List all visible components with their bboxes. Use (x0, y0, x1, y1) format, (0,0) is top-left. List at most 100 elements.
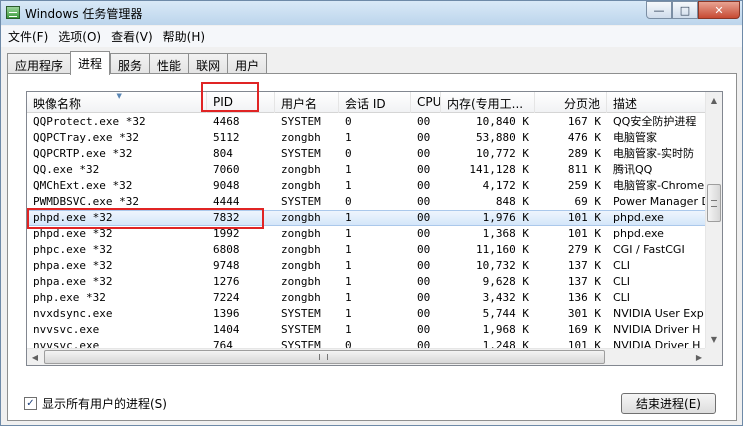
table-row[interactable]: QQ.exe *32 7060 zongbh 1 00 141,128 K 811 K 腾讯Q… (27, 162, 707, 178)
process-paged-pool: 811 K (567, 163, 601, 176)
process-user: zongbh (281, 163, 321, 176)
task-manager-window: Windows 任务管理器 — □ ✕ 文件(F) 选项(O) 查看(V) 帮助… (0, 0, 743, 426)
process-memory: 1,976 K (482, 211, 529, 224)
process-pid: 1992 (213, 227, 240, 240)
process-cpu: 00 (417, 163, 431, 176)
vertical-scroll-thumb[interactable] (707, 184, 721, 222)
process-description: 电脑管家 (613, 131, 657, 144)
column-user[interactable]: 用户名 (275, 92, 339, 113)
process-description: 电脑管家-Chrome (613, 179, 705, 192)
process-session: 1 (345, 275, 352, 288)
tab-users[interactable]: 用户 (227, 53, 268, 74)
process-session: 1 (345, 163, 352, 176)
process-description: NVIDIA User Exp (613, 307, 704, 320)
table-row[interactable]: nvvsvc.exe 1404 SYSTEM 1 00 1,968 K 169 K NVIDI… (27, 322, 707, 338)
maximize-button[interactable]: □ (672, 1, 698, 19)
process-name: nvxdsync.exe (33, 307, 113, 320)
table-row[interactable]: php.exe *32 7224 zongbh 1 00 3,432 K 136 K CLI (27, 290, 707, 306)
menu-file[interactable]: 文件(F) (5, 28, 53, 45)
menu-options[interactable]: 选项(O) (55, 28, 106, 45)
tab-applications[interactable]: 应用程序 (7, 53, 71, 74)
process-list[interactable]: 映像名称 ▼ PID 用户名 会话 ID CPU 内存(专用工... 分页池 描… (26, 91, 723, 366)
show-all-users-label: 显示所有用户的进程(S) (42, 397, 167, 411)
tab-processes[interactable]: 进程 (70, 51, 111, 75)
horizontal-scroll-thumb[interactable] (44, 350, 605, 364)
column-pid[interactable]: PID (207, 92, 275, 113)
process-pid: 1276 (213, 275, 240, 288)
column-image-name-label: 映像名称 (33, 97, 82, 111)
process-pid: 804 (213, 147, 233, 160)
horizontal-scrollbar[interactable]: ◀ ▶ (27, 348, 707, 365)
process-description: QQ安全防护进程 (613, 115, 697, 128)
table-row[interactable]: nvxdsync.exe 1396 SYSTEM 1 00 5,744 K 301 K NVI… (27, 306, 707, 322)
column-cpu[interactable]: CPU (411, 92, 441, 113)
vertical-scrollbar[interactable]: ▲ ▼ (705, 92, 722, 348)
table-row[interactable]: QQProtect.exe *32 4468 SYSTEM 0 00 10,840 K 16… (27, 114, 707, 130)
processes-panel: 映像名称 ▼ PID 用户名 会话 ID CPU 内存(专用工... 分页池 描… (7, 73, 737, 421)
table-row[interactable]: PWMDBSVC.exe *32 4444 SYSTEM 0 00 848 K 69 K Po… (27, 194, 707, 210)
process-paged-pool: 101 K (567, 227, 601, 240)
process-cpu: 00 (417, 227, 431, 240)
column-memory[interactable]: 内存(专用工... (441, 92, 535, 113)
process-memory: 5,744 K (482, 307, 529, 320)
column-header: 映像名称 ▼ PID 用户名 会话 ID CPU 内存(专用工... 分页池 描… (27, 92, 707, 113)
end-process-button[interactable]: 结束进程(E) (621, 393, 716, 414)
process-user: zongbh (281, 131, 321, 144)
table-row[interactable]: phpa.exe *32 9748 zongbh 1 00 10,732 K 137 K CL… (27, 258, 707, 274)
table-row[interactable]: QQPCRTP.exe *32 804 SYSTEM 0 00 10,772 K 289 K… (27, 146, 707, 162)
process-user: zongbh (281, 179, 321, 192)
process-cpu: 00 (417, 307, 431, 320)
tab-services[interactable]: 服务 (110, 53, 150, 74)
table-row[interactable]: phpc.exe *32 6808 zongbh 1 00 11,160 K 279 K CG… (27, 242, 707, 258)
process-pid: 4444 (213, 195, 240, 208)
show-all-users-checkbox[interactable]: ✓ (24, 397, 37, 410)
column-image-name[interactable]: 映像名称 ▼ (27, 92, 207, 113)
table-row[interactable]: phpd.exe *32 7832 zongbh 1 00 1,976 K 101 K php… (27, 210, 707, 226)
tab-performance[interactable]: 性能 (149, 53, 189, 74)
process-name: php.exe *32 (33, 291, 106, 304)
process-name: PWMDBSVC.exe *32 (33, 195, 139, 208)
show-all-users-option[interactable]: ✓ 显示所有用户的进程(S) (24, 395, 167, 412)
process-pid: 7224 (213, 291, 240, 304)
process-session: 1 (345, 307, 352, 320)
column-description[interactable]: 描述 (607, 92, 707, 113)
process-memory: 10,732 K (476, 259, 529, 272)
tab-networking[interactable]: 联网 (188, 53, 228, 74)
process-session: 0 (345, 195, 352, 208)
scroll-up-button[interactable]: ▲ (706, 92, 722, 109)
process-user: SYSTEM (281, 307, 321, 320)
process-memory: 3,432 K (482, 291, 529, 304)
minimize-button[interactable]: — (646, 1, 672, 19)
task-manager-icon (6, 6, 20, 19)
process-cpu: 00 (417, 211, 431, 224)
process-paged-pool: 279 K (567, 243, 601, 256)
window-controls: — □ ✕ (646, 1, 740, 20)
table-row[interactable]: phpd.exe *32 1992 zongbh 1 00 1,368 K 101 K php… (27, 226, 707, 242)
menu-view[interactable]: 查看(V) (108, 28, 158, 45)
table-row[interactable]: phpa.exe *32 1276 zongbh 1 00 9,628 K 137 K CLI (27, 274, 707, 290)
column-session-id[interactable]: 会话 ID (339, 92, 411, 113)
table-row[interactable]: QMChExt.exe *32 9048 zongbh 1 00 4,172 K 259 K… (27, 178, 707, 194)
close-button[interactable]: ✕ (698, 1, 740, 19)
scroll-down-button[interactable]: ▼ (706, 331, 722, 348)
process-user: zongbh (281, 259, 321, 272)
process-description: phpd.exe (613, 211, 664, 224)
process-user: zongbh (281, 291, 321, 304)
title-bar[interactable]: Windows 任务管理器 — □ ✕ (1, 1, 742, 25)
process-user: SYSTEM (281, 323, 321, 336)
process-cpu: 00 (417, 195, 431, 208)
process-user: zongbh (281, 227, 321, 240)
table-row[interactable]: QQPCTray.exe *32 5112 zongbh 1 00 53,880 K 476… (27, 130, 707, 146)
menu-help[interactable]: 帮助(H) (160, 28, 210, 45)
process-rows: QQProtect.exe *32 4468 SYSTEM 0 00 10,840 K 16… (27, 114, 707, 365)
process-memory: 1,368 K (482, 227, 529, 240)
process-cpu: 00 (417, 275, 431, 288)
process-user: zongbh (281, 275, 321, 288)
process-session: 1 (345, 259, 352, 272)
process-paged-pool: 259 K (567, 179, 601, 192)
process-pid: 1396 (213, 307, 240, 320)
process-memory: 4,172 K (482, 179, 529, 192)
process-pid: 9048 (213, 179, 240, 192)
column-paged-pool[interactable]: 分页池 (535, 92, 607, 113)
scroll-left-button[interactable]: ◀ (27, 349, 43, 365)
